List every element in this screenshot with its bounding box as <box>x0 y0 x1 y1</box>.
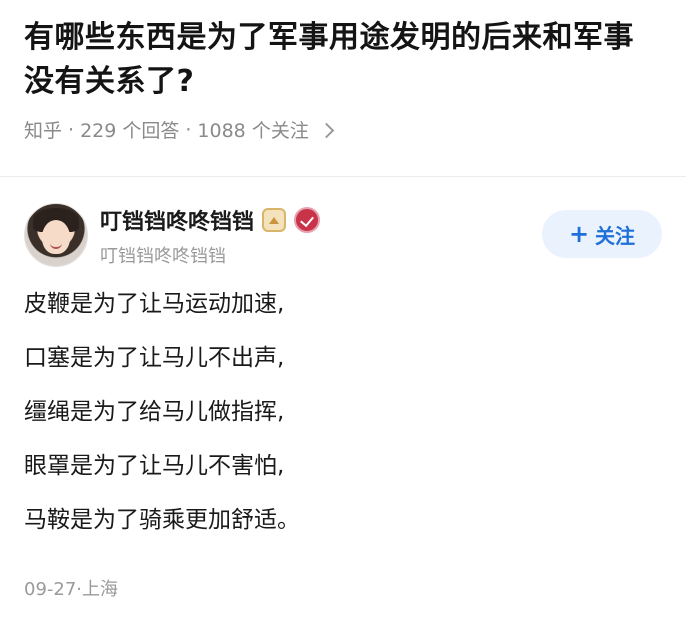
answers-count: 229 个回答 <box>80 120 180 142</box>
avatar[interactable] <box>24 203 88 267</box>
follow-button[interactable]: + 关注 <box>542 210 662 258</box>
question-title[interactable]: 有哪些东西是为了军事用途发明的后来和军事没有关系了? <box>24 16 664 104</box>
question-meta[interactable]: 知乎 · 229 个回答 · 1088 个关注 <box>24 116 664 143</box>
answer-line: 马鞍是为了骑乘更加舒适。 <box>24 507 300 533</box>
answer-line: 眼罩是为了让马儿不害怕, <box>24 453 285 479</box>
meta-separator: · <box>68 118 75 141</box>
source-label: 知乎 <box>24 120 63 142</box>
answer-line: 缰绳是为了给马儿做指挥, <box>24 399 285 425</box>
answer-line: 皮鞭是为了让马运动加速, <box>24 291 285 317</box>
author-name[interactable]: 叮铛铛咚咚铛铛 <box>100 204 254 236</box>
author-name-row[interactable]: 叮铛铛咚咚铛铛 <box>100 204 321 236</box>
answer-author-row: 叮铛铛咚咚铛铛 叮铛铛咚咚铛铛 + 关注 <box>24 200 664 270</box>
question-header: 有哪些东西是为了军事用途发明的后来和军事没有关系了? 知乎 · 229 个回答 … <box>24 16 664 143</box>
follow-label: 关注 <box>595 223 636 248</box>
section-divider <box>0 176 686 177</box>
follows-count: 1088 个关注 <box>197 120 309 142</box>
crown-icon <box>262 208 287 232</box>
answer-content[interactable]: 皮鞭是为了让马运动加速, 口塞是为了让马儿不出声, 缰绳是为了给马儿做指挥, 眼… <box>24 286 664 556</box>
verified-icon <box>294 207 321 233</box>
chevron-right-icon[interactable] <box>318 122 335 139</box>
plus-icon: + <box>568 220 590 248</box>
author-subtitle: 叮铛铛咚咚铛铛 <box>100 246 226 267</box>
answer-line: 口塞是为了让马儿不出声, <box>24 345 285 371</box>
meta-separator: · <box>185 118 192 141</box>
answer-date-location: 09-27·上海 <box>24 579 119 600</box>
